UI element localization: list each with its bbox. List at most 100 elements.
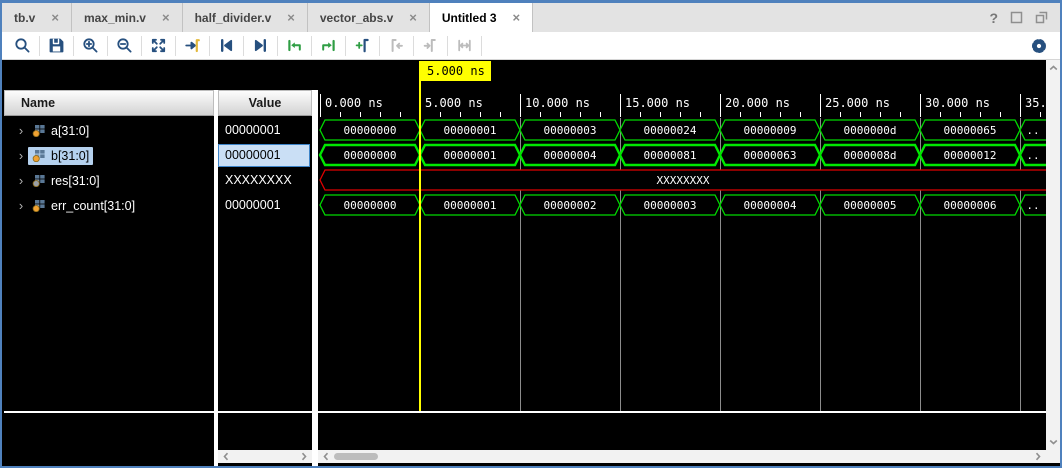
wave-scrollbar[interactable] (318, 450, 1046, 463)
signal-row-err-count[interactable]: › err_count[31:0] (4, 193, 214, 218)
svg-text:00000003: 00000003 (544, 124, 597, 137)
next-edge-button[interactable] (312, 33, 345, 59)
bus-icon (32, 124, 46, 137)
tab-label: half_divider.v (195, 11, 272, 25)
svg-text:30.000 ns: 30.000 ns (925, 96, 990, 110)
tab-tb-v[interactable]: tb.v× (2, 3, 72, 32)
save-icon (48, 37, 65, 54)
svg-text:00000006: 00000006 (944, 199, 997, 212)
signal-row-b[interactable]: ›b[31:0] (4, 143, 214, 168)
previous-edge-button[interactable] (278, 33, 311, 59)
value-column-header[interactable]: Value (218, 90, 312, 116)
signal-name-label: a[31:0] (51, 124, 89, 138)
toolbar-separator (481, 36, 482, 56)
signal-name-label: err_count[31:0] (51, 199, 135, 213)
waveform-canvas[interactable]: 0000000000000001000000030000002400000009… (318, 118, 1046, 416)
signal-row-res[interactable]: › res[31:0] (4, 168, 214, 193)
tab-close-icon[interactable]: × (51, 11, 59, 24)
svg-text:10.000 ns: 10.000 ns (525, 96, 590, 110)
svg-text:00000024: 00000024 (644, 124, 697, 137)
signal-row-a[interactable]: › a[31:0] (4, 118, 214, 143)
signal-name-wrap[interactable]: res[31:0] (28, 172, 104, 190)
svg-text:00000001: 00000001 (444, 199, 497, 212)
value-cell-a[interactable]: 00000001 (218, 118, 312, 143)
value-cell-res[interactable]: XXXXXXXX (218, 168, 312, 193)
expand-chevron-icon[interactable]: › (14, 123, 28, 138)
scroll-right-icon[interactable] (300, 452, 308, 461)
svg-text:25.000 ns: 25.000 ns (825, 96, 890, 110)
value-cell-err-count[interactable]: 00000001 (218, 193, 312, 218)
tab-close-icon[interactable]: × (409, 11, 417, 24)
signal-value-label: XXXXXXXX (225, 168, 292, 193)
signal-name-wrap[interactable]: err_count[31:0] (28, 197, 139, 215)
tab-close-icon[interactable]: × (513, 11, 521, 24)
previous-transition-button[interactable] (210, 33, 243, 59)
wave-vertical-scrollbar[interactable] (1046, 60, 1060, 463)
svg-text:00000004: 00000004 (544, 149, 597, 162)
signal-name-wrap[interactable]: a[31:0] (28, 122, 93, 140)
zoom-fit-button[interactable] (142, 33, 175, 59)
svg-text:00000065: 00000065 (944, 124, 997, 137)
svg-text:0000000d: 0000000d (844, 124, 897, 137)
time-cursor[interactable] (419, 61, 421, 411)
next-transition-button[interactable] (244, 33, 277, 59)
signal-value-column: Value 0000000100000001XXXXXXXX00000001 (218, 60, 312, 466)
tab-label: Untitled 3 (442, 11, 497, 25)
expand-chevron-icon[interactable]: › (14, 173, 28, 188)
window-controls: ? (989, 3, 1060, 32)
scroll-left-icon[interactable] (322, 452, 330, 461)
zoom-out-button[interactable] (108, 33, 141, 59)
next-marker-icon (422, 37, 439, 54)
scroll-down-icon[interactable] (1049, 438, 1058, 446)
svg-text:00000001: 00000001 (444, 124, 497, 137)
tab-half-divider-v[interactable]: half_divider.v × (183, 3, 308, 32)
column-divider[interactable] (214, 90, 218, 466)
svg-text:..: .. (1026, 124, 1039, 137)
svg-text:00000000: 00000000 (344, 199, 397, 212)
zoom-in-button[interactable] (74, 33, 107, 59)
previous-edge-icon (286, 37, 303, 54)
save-button[interactable] (40, 33, 73, 59)
tab-vector-abs-v[interactable]: vector_abs.v× (308, 3, 430, 32)
value-cell-b[interactable]: 00000001 (218, 143, 312, 168)
svg-text:00000001: 00000001 (444, 149, 497, 162)
tab-max-min-v[interactable]: max_min.v × (72, 3, 183, 32)
next-marker-button (414, 33, 447, 59)
signal-name-wrap[interactable]: b[31:0] (28, 147, 93, 165)
tab-label: max_min.v (84, 11, 146, 25)
value-column-scrollbar[interactable] (218, 450, 312, 463)
zoom-fit-icon (150, 37, 167, 54)
previous-marker-icon (388, 37, 405, 54)
scroll-right-icon[interactable] (1034, 452, 1042, 461)
wave-svg: 0000000000000001000000030000002400000009… (318, 118, 1046, 411)
tab-close-icon[interactable]: × (162, 11, 170, 24)
expand-chevron-icon[interactable]: › (14, 148, 28, 163)
bus-icon (32, 149, 46, 162)
go-to-time-button[interactable] (176, 33, 209, 59)
svg-text:XXXXXXXX: XXXXXXXX (657, 174, 710, 187)
help-icon[interactable]: ? (989, 10, 998, 26)
signal-name-label: res[31:0] (51, 174, 100, 188)
zoom-in-icon (82, 37, 99, 54)
tab-list: tb.v×max_min.v×half_divider.v×vector_abs… (2, 3, 533, 32)
name-column-header[interactable]: Name (4, 90, 214, 116)
previous-marker-button (380, 33, 413, 59)
toolbar (2, 32, 1060, 60)
maximize-icon[interactable] (1010, 11, 1023, 24)
previous-transition-icon (218, 37, 235, 54)
wave-scrollbar-thumb[interactable] (334, 453, 378, 460)
svg-text:00000012: 00000012 (944, 149, 997, 162)
search-button[interactable] (6, 33, 39, 59)
svg-text:..: .. (1026, 149, 1039, 162)
tab-untitled-3[interactable]: Untitled 3 × (430, 3, 533, 32)
svg-text:00000002: 00000002 (544, 199, 597, 212)
scroll-left-icon[interactable] (222, 452, 230, 461)
scroll-up-icon[interactable] (1049, 64, 1058, 72)
expand-chevron-icon[interactable]: › (14, 198, 28, 213)
settings-button[interactable] (1022, 33, 1060, 59)
tab-close-icon[interactable]: × (287, 11, 295, 24)
add-marker-button[interactable] (346, 33, 379, 59)
float-window-icon[interactable] (1035, 11, 1048, 24)
cursor-time-label[interactable]: 5.000 ns (421, 61, 491, 81)
waveform-panel[interactable]: 0.000 ns5.000 ns10.000 ns15.000 ns20.000… (318, 60, 1046, 466)
